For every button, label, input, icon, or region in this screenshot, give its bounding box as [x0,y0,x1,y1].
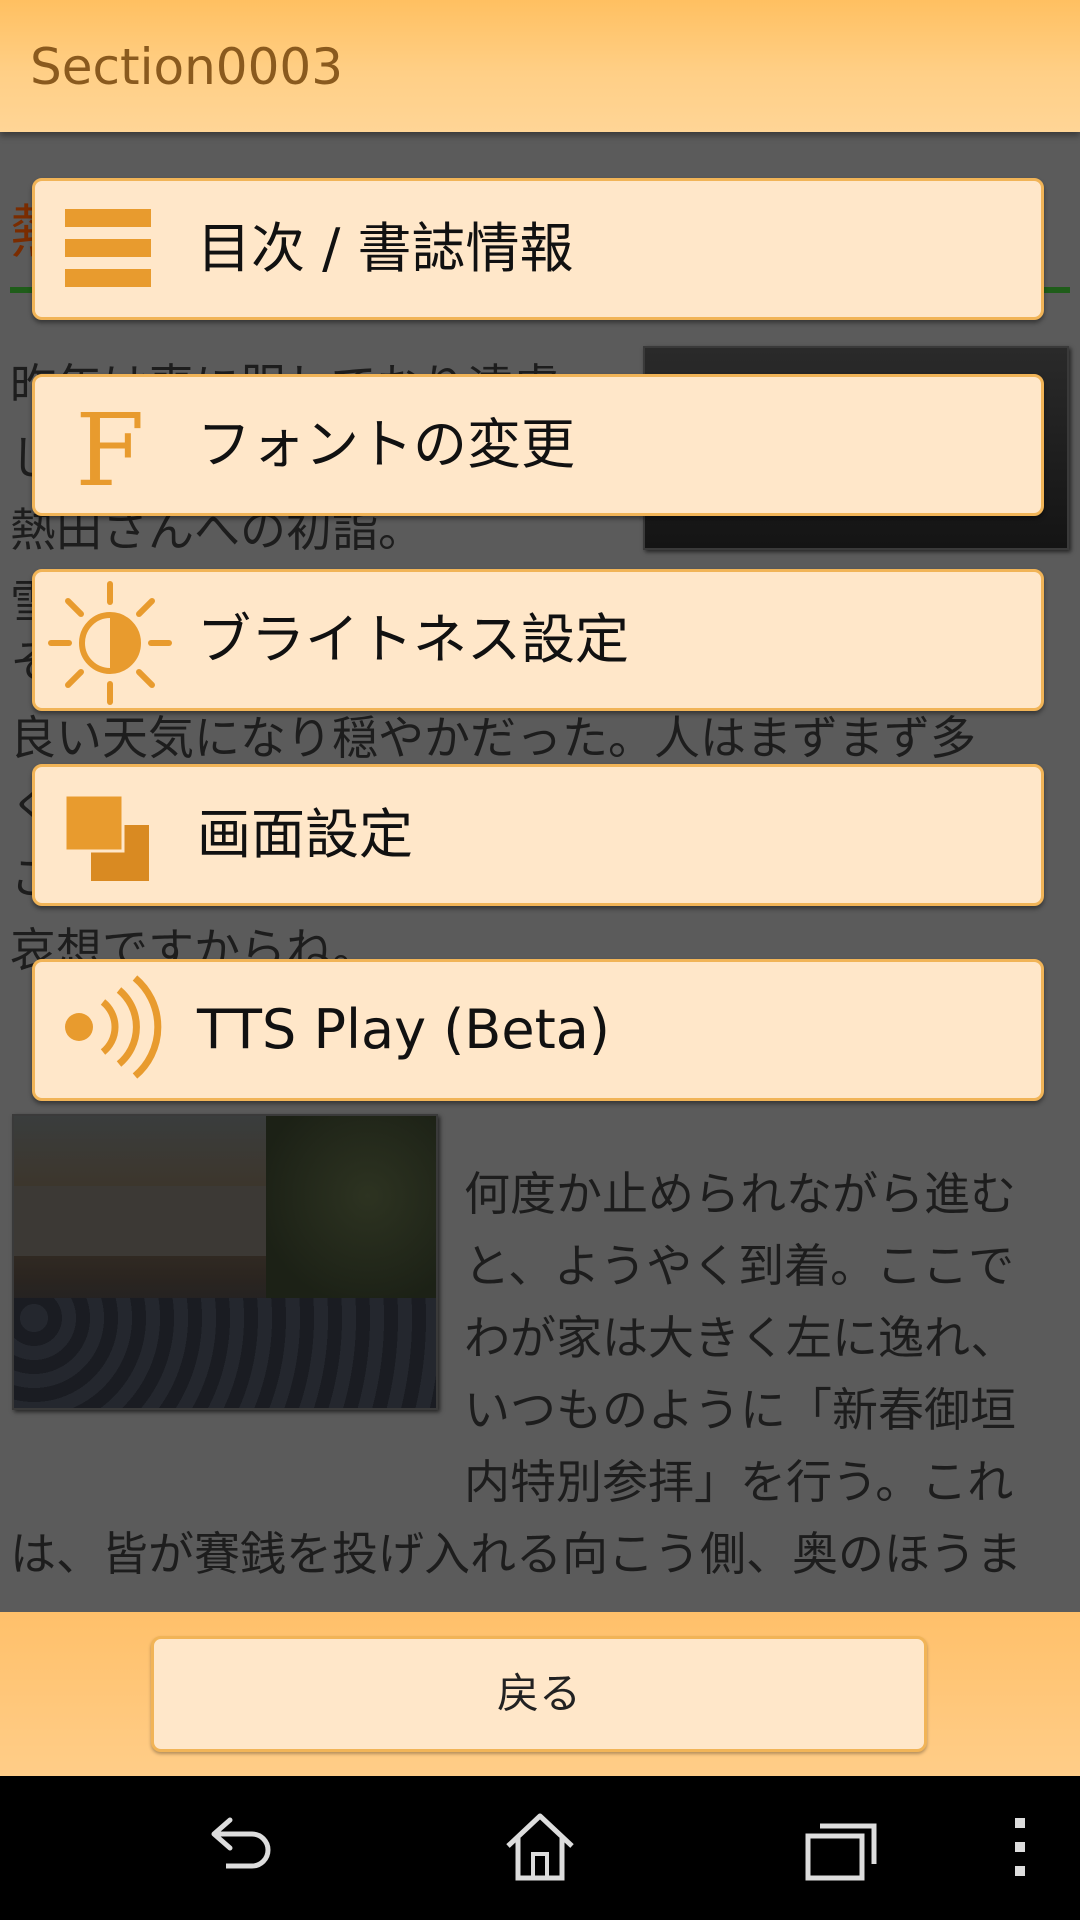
bottom-action-bar: 戻る [0,1612,1080,1776]
article-line: と、ようやく到着。ここで [464,1239,1015,1293]
list-icon [55,199,165,299]
recents-nav-icon[interactable] [800,1808,880,1888]
photo-shrine-roof [14,1186,294,1256]
article-line: わが家は大きく左に逸れ、 [464,1311,1017,1365]
article-line: は、皆が賽銭を投げ入れる向こう側、奥のほうま [10,1527,1022,1581]
font-icon: F [55,392,165,509]
brightness-icon [45,578,175,708]
screen-icon [55,785,165,885]
menu-item-label: 目次 / 書誌情報 [197,217,574,280]
overflow-menu-icon[interactable] [1000,1808,1040,1888]
back-nav-icon[interactable] [200,1808,280,1888]
article-photo[interactable] [12,1114,438,1410]
article-line: 内特別参拝」を行う。これ [464,1455,1014,1509]
system-navigation-bar [0,1776,1080,1920]
photo-tree [266,1116,436,1316]
home-nav-icon[interactable] [500,1808,580,1888]
back-button[interactable]: 戻る [151,1636,927,1752]
title-bar: Section0003 [0,0,1080,132]
speaker-icon [55,972,165,1079]
menu-item-label: 画面設定 [197,803,413,866]
photo-crowd [14,1298,436,1408]
brightness-settings-button[interactable]: ブライトネス設定 [32,569,1044,711]
tts-play-button[interactable]: TTS Play (Beta) [32,959,1044,1101]
page-title: Section0003 [30,38,344,96]
menu-item-label: ブライトネス設定 [197,608,629,671]
screen-settings-button[interactable]: 画面設定 [32,764,1044,906]
article-line: 何度か止められながら進む [464,1167,1016,1221]
article-line: いつものように「新春御垣 [464,1383,1016,1437]
font-change-button[interactable]: F フォントの変更 [32,374,1044,516]
toc-bibliography-button[interactable]: 目次 / 書誌情報 [32,178,1044,320]
svg-text:F: F [75,395,144,495]
menu-item-label: フォントの変更 [197,413,575,476]
menu-item-label: TTS Play (Beta) [197,998,610,1061]
